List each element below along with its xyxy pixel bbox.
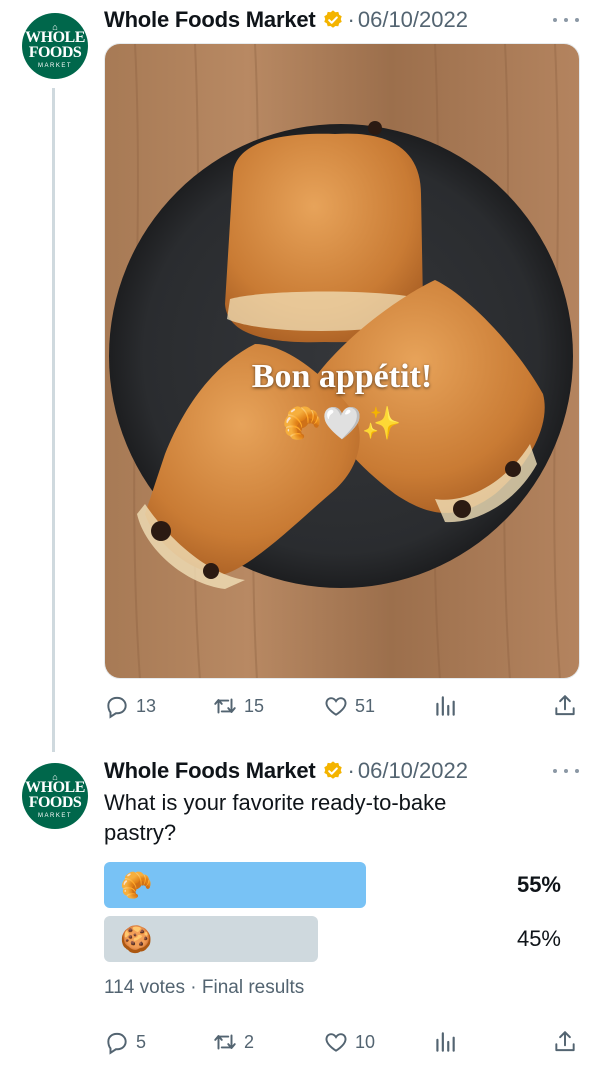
like-count: 51 [355, 695, 376, 716]
poll-results-summary: 114 votes · Final results [104, 977, 305, 998]
author-name[interactable]: Whole Foods Market [104, 7, 316, 33]
post-date[interactable]: 06/10/2022 [358, 7, 468, 33]
repost-icon [214, 1034, 236, 1050]
share-button[interactable] [552, 1027, 578, 1057]
avatar-logo-text: MARKET [37, 813, 72, 819]
reply-button[interactable]: 13 [104, 691, 156, 721]
reply-button[interactable]: 5 [104, 1027, 146, 1057]
like-count: 10 [355, 1031, 376, 1052]
croissant-icon: 🥐 [120, 870, 153, 900]
views-chart-icon [436, 1032, 455, 1052]
reply-count: 5 [136, 1031, 147, 1052]
share-icon [555, 1031, 575, 1052]
post-date[interactable]: 06/10/2022 [358, 758, 468, 784]
avatar-logo-text: MARKET [37, 63, 72, 69]
reply-icon [107, 696, 127, 719]
avatar[interactable]: ⌂ WHOLE FOODS MARKET [22, 13, 88, 79]
separator-dot: · [347, 758, 355, 783]
poll-option-croissant: 🥐 [104, 862, 366, 908]
repost-button[interactable]: 2 [212, 1027, 254, 1057]
reply-count: 13 [136, 695, 157, 716]
views-button[interactable] [432, 1027, 458, 1057]
views-chart-icon [436, 696, 455, 716]
repost-icon [214, 698, 236, 714]
heart-icon [325, 697, 347, 716]
more-options-icon[interactable] [553, 15, 579, 25]
share-icon [555, 695, 575, 716]
avatar-logo-text: FOODS [28, 794, 82, 811]
thread-connector-line [52, 88, 55, 752]
post-header: Whole Foods Market · 06/10/2022 [104, 5, 468, 35]
like-button[interactable]: 51 [323, 691, 375, 721]
more-options-icon[interactable] [553, 766, 579, 776]
repost-count: 15 [244, 695, 265, 716]
repost-button[interactable]: 15 [212, 691, 264, 721]
post-header: Whole Foods Market · 06/10/2022 [104, 756, 468, 786]
like-button[interactable]: 10 [323, 1027, 375, 1057]
poll-option-percent: 45% [516, 926, 561, 951]
photo-overlay-emojis: 🥐🤍✨ [282, 405, 402, 441]
separator-dot: · [347, 7, 355, 32]
avatar[interactable]: ⌂ WHOLE FOODS MARKET [22, 763, 88, 829]
reply-icon [107, 1032, 127, 1055]
views-button[interactable] [432, 691, 458, 721]
post-photo[interactable]: Bon appétit! 🥐🤍✨ [104, 43, 580, 679]
verified-badge-icon [323, 761, 342, 779]
heart-icon [325, 1033, 347, 1052]
cookie-icon: 🍪 [120, 924, 153, 954]
avatar-logo-text: FOODS [28, 44, 82, 61]
post-actions: 13 15 51 [104, 691, 580, 721]
photo-overlay-caption: Bon appétit! [251, 358, 433, 395]
share-button[interactable] [552, 691, 578, 721]
verified-badge-icon [323, 10, 342, 28]
author-name[interactable]: Whole Foods Market [104, 758, 316, 784]
post-actions: 5 2 10 [104, 1027, 580, 1057]
post-text: What is your favorite ready-to-bake past… [104, 790, 447, 845]
poll-option-percent: 55% [516, 872, 561, 897]
repost-count: 2 [244, 1031, 255, 1052]
poll-option-cookie: 🍪 [104, 916, 318, 962]
